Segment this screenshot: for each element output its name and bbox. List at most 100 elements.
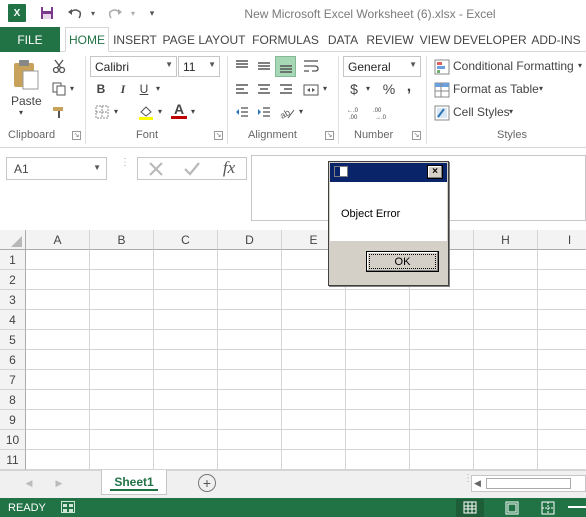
cell-styles-button[interactable]: Cell Styles bbox=[453, 105, 510, 119]
row-header-2[interactable]: 2 bbox=[0, 270, 26, 290]
align-right-icon[interactable] bbox=[276, 80, 296, 100]
conditional-dropdown-icon[interactable]: ▾ bbox=[578, 61, 582, 70]
number-format-combo[interactable]: General ▼ bbox=[343, 56, 421, 77]
tab-splitter-icon[interactable]: ⋮ bbox=[463, 474, 473, 491]
dialog-close-button[interactable]: × bbox=[427, 165, 443, 179]
format-painter-icon[interactable] bbox=[50, 103, 68, 121]
horizontal-scrollbar[interactable]: ◀ bbox=[471, 475, 586, 492]
tab-add-ins[interactable]: ADD-INS bbox=[529, 27, 583, 52]
cell-styles-dropdown-icon[interactable]: ▾ bbox=[509, 107, 513, 116]
normal-view-icon[interactable] bbox=[456, 499, 484, 517]
tab-developer[interactable]: DEVELOPER bbox=[453, 27, 526, 52]
font-color-dropdown-icon[interactable]: ▾ bbox=[191, 107, 195, 116]
redo-dropdown-icon[interactable]: ▾ bbox=[124, 4, 142, 22]
underline-button[interactable]: U bbox=[136, 80, 152, 98]
sheet-tab-sheet1[interactable]: Sheet1 bbox=[101, 470, 167, 495]
copy-dropdown-icon[interactable]: ▾ bbox=[70, 84, 74, 93]
column-header-b[interactable]: B bbox=[90, 230, 154, 250]
paste-button[interactable]: Paste bbox=[11, 94, 42, 108]
format-as-table-icon[interactable] bbox=[433, 81, 451, 99]
tab-formulas[interactable]: FORMULAS bbox=[251, 27, 320, 52]
name-box[interactable]: A1 ▼ bbox=[6, 157, 107, 180]
worksheet-grid[interactable]: ABCDEFGHI 1234567891011 bbox=[0, 230, 586, 470]
copy-icon[interactable] bbox=[50, 80, 68, 98]
tab-page-layout[interactable]: PAGE LAYOUT bbox=[161, 27, 247, 52]
bold-button[interactable]: B bbox=[93, 80, 109, 98]
save-icon[interactable] bbox=[38, 4, 56, 22]
fill-color-icon[interactable] bbox=[137, 103, 155, 121]
merge-dropdown-icon[interactable]: ▾ bbox=[323, 84, 327, 93]
font-launcher-icon[interactable]: ↘ bbox=[214, 131, 223, 140]
customize-qat-icon[interactable]: ▾ bbox=[143, 4, 161, 22]
insert-function-button[interactable]: fx bbox=[216, 157, 242, 179]
format-as-table-button[interactable]: Format as Table bbox=[453, 82, 539, 96]
font-color-button[interactable]: A bbox=[171, 101, 187, 117]
tab-data[interactable]: DATA bbox=[324, 27, 362, 52]
row-header-7[interactable]: 7 bbox=[0, 370, 26, 390]
column-header-h[interactable]: H bbox=[474, 230, 538, 250]
row-header-3[interactable]: 3 bbox=[0, 290, 26, 310]
tab-review[interactable]: REVIEW bbox=[366, 27, 414, 52]
currency-dropdown-icon[interactable]: ▾ bbox=[366, 84, 370, 93]
align-center-icon[interactable] bbox=[254, 80, 274, 100]
redo-icon[interactable] bbox=[106, 4, 124, 22]
increase-indent-icon[interactable] bbox=[254, 103, 274, 123]
orientation-icon[interactable]: ab bbox=[276, 103, 298, 123]
undo-icon[interactable] bbox=[66, 4, 84, 22]
column-header-c[interactable]: C bbox=[154, 230, 218, 250]
align-top-icon[interactable] bbox=[232, 56, 252, 76]
italic-button[interactable]: I bbox=[115, 80, 131, 98]
alignment-launcher-icon[interactable]: ↘ bbox=[325, 131, 334, 140]
wrap-text-icon[interactable] bbox=[300, 56, 322, 76]
row-header-8[interactable]: 8 bbox=[0, 390, 26, 410]
row-header-10[interactable]: 10 bbox=[0, 430, 26, 450]
page-break-view-icon[interactable] bbox=[536, 499, 560, 517]
decrease-decimal-icon[interactable]: .00 →.0 bbox=[371, 103, 393, 123]
undo-dropdown-icon[interactable]: ▾ bbox=[84, 4, 102, 22]
number-launcher-icon[interactable]: ↘ bbox=[412, 131, 421, 140]
scroll-sheets-left-icon[interactable]: ◀ bbox=[22, 474, 36, 492]
align-middle-icon[interactable] bbox=[254, 56, 274, 76]
add-sheet-icon[interactable]: + bbox=[198, 474, 216, 492]
comma-style-button[interactable]: , bbox=[402, 78, 416, 96]
tab-insert[interactable]: INSERT bbox=[111, 27, 159, 52]
align-left-icon[interactable] bbox=[232, 80, 252, 100]
borders-dropdown-icon[interactable]: ▾ bbox=[114, 107, 118, 116]
cancel-icon[interactable] bbox=[145, 159, 167, 179]
row-header-9[interactable]: 9 bbox=[0, 410, 26, 430]
tab-home[interactable]: HOME bbox=[65, 27, 109, 52]
fill-color-dropdown-icon[interactable]: ▾ bbox=[158, 107, 162, 116]
page-layout-view-icon[interactable] bbox=[500, 499, 524, 517]
percent-button[interactable]: % bbox=[380, 80, 398, 98]
paste-dropdown-icon[interactable]: ▾ bbox=[19, 108, 23, 117]
row-header-11[interactable]: 11 bbox=[0, 450, 26, 470]
row-header-5[interactable]: 5 bbox=[0, 330, 26, 350]
macro-record-icon[interactable] bbox=[61, 501, 75, 513]
increase-decimal-icon[interactable]: ←.0.00 bbox=[345, 103, 367, 123]
clipboard-launcher-icon[interactable]: ↘ bbox=[72, 131, 81, 140]
format-table-dropdown-icon[interactable]: ▾ bbox=[539, 84, 543, 93]
tab-file[interactable]: FILE bbox=[0, 27, 60, 52]
ok-button[interactable]: OK bbox=[366, 251, 439, 272]
enter-icon[interactable] bbox=[181, 159, 203, 179]
column-header-i[interactable]: I bbox=[538, 230, 586, 250]
horizontal-scroll-thumb[interactable] bbox=[486, 478, 571, 489]
zoom-slider-track[interactable] bbox=[568, 506, 586, 508]
conditional-formatting-button[interactable]: Conditional Formatting bbox=[453, 59, 574, 73]
borders-icon[interactable] bbox=[93, 103, 111, 121]
select-all-corner[interactable] bbox=[0, 230, 26, 250]
cell-styles-icon[interactable] bbox=[433, 104, 451, 122]
merge-center-icon[interactable] bbox=[300, 80, 322, 100]
tab-view[interactable]: VIEW bbox=[418, 27, 452, 52]
drag-handle-icon[interactable]: ⋮ bbox=[120, 158, 130, 176]
conditional-formatting-icon[interactable] bbox=[433, 58, 451, 76]
row-header-1[interactable]: 1 bbox=[0, 250, 26, 270]
column-header-d[interactable]: D bbox=[218, 230, 282, 250]
column-header-a[interactable]: A bbox=[26, 230, 90, 250]
align-bottom-icon[interactable] bbox=[275, 56, 296, 77]
decrease-indent-icon[interactable] bbox=[232, 103, 252, 123]
font-size-combo[interactable]: 11 ▼ bbox=[178, 56, 220, 77]
clipboard-paste-icon[interactable] bbox=[10, 58, 42, 92]
cut-icon[interactable] bbox=[50, 57, 68, 75]
underline-dropdown-icon[interactable]: ▾ bbox=[156, 84, 160, 93]
